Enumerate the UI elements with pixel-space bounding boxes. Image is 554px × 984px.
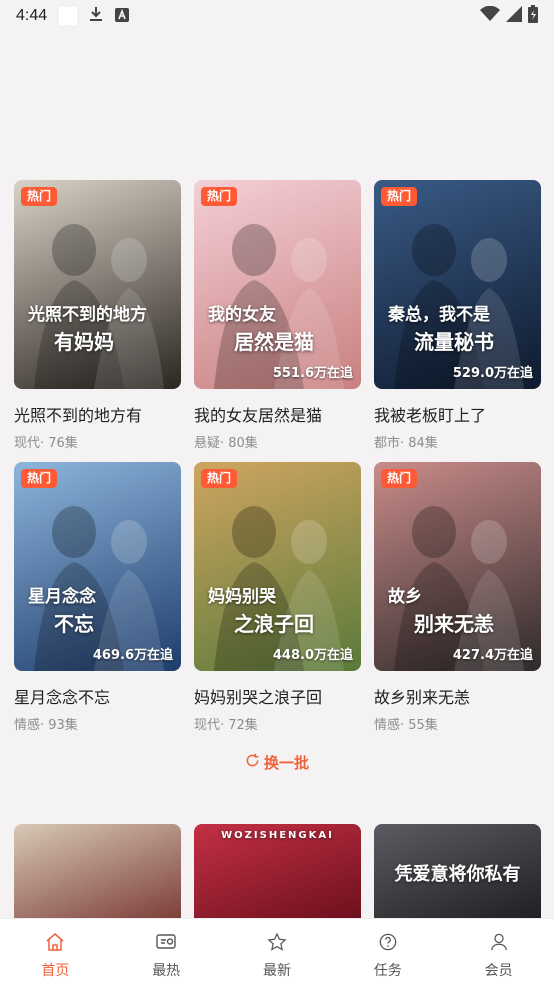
nav-label: 会员 [484,963,513,979]
nav-label: 首页 [41,963,70,979]
nav-label: 最热 [152,963,181,979]
question-circle-icon [378,933,398,955]
poster-title-line-1: 光照不到的地方 [28,305,147,325]
drama-meta: 现代· 76集 [14,436,78,451]
nav-item-member[interactable]: 会员 [443,919,554,984]
drama-card[interactable]: 热门 星月念念 不忘 469.6万在追 星月念念不忘 情感· 93集 [14,462,181,733]
poster-title-line-2: 有妈妈 [54,330,114,354]
poster-title: 凭爱意将你私有 [394,864,521,885]
nav-item-home[interactable]: 首页 [0,919,111,984]
wifi-icon [480,5,500,26]
drama-meta: 情感· 93集 [14,718,78,733]
hot-screen-icon [156,933,176,955]
nav-label: 任务 [373,963,402,979]
drama-poster[interactable]: 热门光照不到的地方有妈妈 [14,180,181,389]
drama-meta: 都市· 84集 [374,436,438,451]
hot-badge: 热门 [21,187,58,206]
hot-badge: 热门 [201,469,238,488]
hot-badge: 热门 [381,469,418,488]
poster-title: WOZISHENGKAI [221,830,334,841]
hot-badge: 热门 [21,469,58,488]
drama-poster[interactable]: WOZISHENGKAI [194,824,361,924]
notification-square-icon [59,7,78,25]
drama-card[interactable]: 热门 故乡 别来无恙 427.4万在追 故乡别来无恙 情感· 55集 [374,462,541,733]
nav-item-hot[interactable]: 最热 [111,919,222,984]
follow-count: 427.4万在追 [452,648,533,663]
drama-title[interactable]: 我被老板盯上了 [374,402,541,426]
status-bar: 4:44 [0,0,554,32]
drama-meta: 情感· 55集 [374,718,438,733]
poster-title-line-2: 别来无恙 [414,612,494,636]
poster-art [214,224,344,389]
nav-item-tasks[interactable]: 任务 [332,919,443,984]
status-time: 4:44 [16,7,48,24]
signal-icon [506,6,522,26]
drama-poster[interactable]: 热门秦总，我不是流量秘书 529.0万在追 [374,180,541,389]
poster-title-line-1: 我的女友 [208,305,276,325]
drama-poster[interactable]: 热门星月念念不忘 469.6万在追 [14,462,181,671]
hot-badge: 热门 [381,187,418,206]
drama-poster[interactable]: 热门我的女友居然是猫 551.6万在追 [194,180,361,389]
drama-poster[interactable] [14,824,181,924]
user-icon [489,933,509,955]
drama-title[interactable]: 我的女友居然是猫 [194,402,361,426]
download-icon [89,6,103,26]
poster-title-line-2: 之浪子回 [234,612,314,636]
follow-count: 448.0万在追 [272,648,353,663]
poster-title-line-2: 流量秘书 [414,330,494,354]
drama-title[interactable]: 光照不到的地方有 [14,402,181,426]
poster-art [34,506,164,671]
drama-title[interactable]: 故乡别来无恙 [374,684,541,708]
refresh-label: 换一批 [263,754,309,772]
drama-poster[interactable]: 热门妈妈别哭之浪子回 448.0万在追 [194,462,361,671]
drama-poster[interactable]: 凭爱意将你私有 [374,824,541,924]
poster-art [394,506,524,671]
drama-card[interactable]: 热门光照不到的地方有妈妈光照不到的地方有现代· 76集 [14,180,181,451]
drama-meta: 悬疑· 80集 [194,436,258,451]
star-icon [267,932,287,955]
poster-art [214,506,344,671]
refresh-icon [245,753,260,772]
nav-item-new[interactable]: 最新 [222,919,333,984]
drama-card[interactable]: 热门 我的女友 居然是猫 551.6万在追 我的女友居然是猫 悬疑· 80集 [194,180,361,451]
follow-count: 529.0万在追 [452,366,533,381]
follow-count: 469.6万在追 [92,648,173,663]
drama-poster[interactable]: 热门故乡别来无恙 427.4万在追 [374,462,541,671]
refresh-button[interactable]: 换一批 [0,752,554,773]
nav-label: 最新 [262,963,291,979]
drama-card[interactable]: 热门 妈妈别哭 之浪子回 448.0万在追 妈妈别哭之浪子回 现代· 72集 [194,462,361,733]
drama-card[interactable]: 热门秦总，我不是流量秘书 529.0万在追我被老板盯上了都市· 84集 [374,180,541,451]
bottom-nav: 首页 最热 最新 任务 会员 [0,918,554,984]
drama-title[interactable]: 妈妈别哭之浪子回 [194,684,361,708]
poster-title-line-1: 星月念念 [28,587,96,607]
font-a-icon [115,7,130,26]
drama-meta: 现代· 72集 [194,718,258,733]
poster-title-line-1: 故乡 [388,587,422,607]
follow-count: 551.6万在追 [272,366,353,381]
poster-title-line-2: 不忘 [54,612,94,636]
poster-art [394,224,524,389]
poster-title-line-2: 居然是猫 [234,330,314,354]
poster-title-line-1: 秦总，我不是 [388,305,490,325]
poster-title-line-1: 妈妈别哭 [208,587,276,607]
poster-art [34,224,164,389]
home-icon [45,933,65,955]
battery-icon [528,5,538,27]
hot-badge: 热门 [201,187,238,206]
drama-title[interactable]: 星月念念不忘 [14,684,181,708]
